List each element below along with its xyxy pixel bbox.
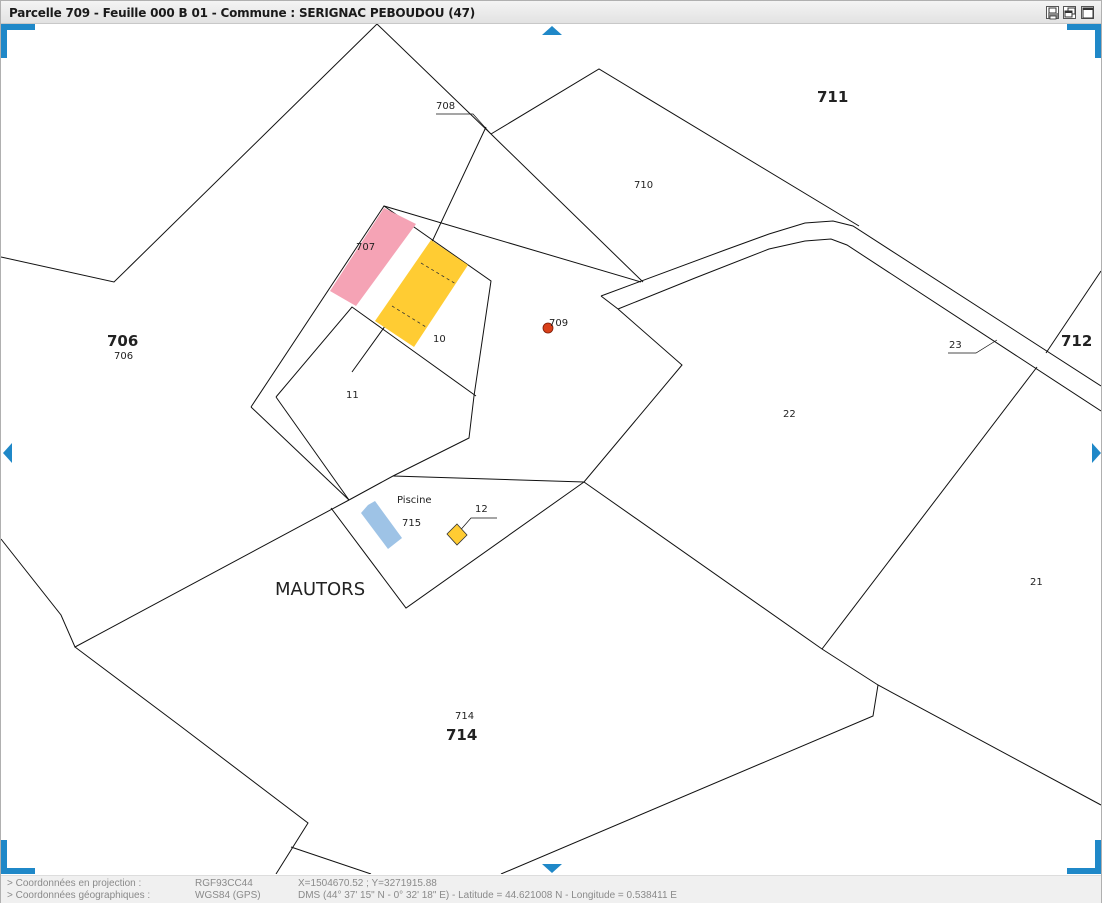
parcel-label-711: 711 bbox=[817, 88, 848, 106]
projection-label: > Coordonnées en projection : bbox=[7, 878, 142, 889]
parcel-label-12: 12 bbox=[475, 504, 488, 515]
map-view[interactable]: 711 708 710 707 706 706 709 10 11 23 712… bbox=[1, 24, 1101, 874]
parcel-boundary bbox=[74, 646, 309, 874]
parcel-boundary bbox=[250, 205, 642, 408]
projection-row: > Coordonnées en projection : RGF93CC44 … bbox=[1, 878, 1101, 890]
swimming-pool bbox=[361, 501, 402, 549]
corner-bracket bbox=[1067, 840, 1101, 874]
road-edge bbox=[617, 238, 1101, 412]
parcel-label-714-large: 714 bbox=[446, 726, 477, 744]
geographic-row: > Coordonnées géographiques : WGS84 (GPS… bbox=[1, 890, 1101, 902]
parcel-label-10: 10 bbox=[433, 334, 446, 345]
print-icon[interactable] bbox=[1046, 6, 1059, 20]
parcel-label-715: 715 bbox=[402, 518, 421, 529]
geo-system: WGS84 (GPS) bbox=[195, 890, 261, 901]
parcel-boundary bbox=[821, 366, 1038, 650]
pan-up-arrow-icon[interactable] bbox=[542, 26, 562, 35]
geo-value: DMS (44° 37' 15" N - 0° 32' 18" E) - Lat… bbox=[298, 890, 677, 901]
corner-bracket bbox=[1, 840, 35, 874]
parcel-boundary bbox=[250, 406, 350, 501]
label-leader bbox=[436, 113, 492, 135]
cadastre-window: Parcelle 709 - Feuille 000 B 01 - Commun… bbox=[0, 0, 1102, 903]
parcel-label-11: 11 bbox=[346, 390, 359, 401]
pan-down-arrow-icon[interactable] bbox=[542, 864, 562, 873]
projection-value: X=1504670.52 ; Y=3271915.88 bbox=[298, 878, 437, 889]
parcel-label-708: 708 bbox=[436, 101, 455, 112]
parcel-boundary bbox=[376, 24, 492, 135]
corner-bracket bbox=[1, 24, 35, 58]
parcel-label-707: 707 bbox=[356, 242, 375, 253]
projection-system: RGF93CC44 bbox=[195, 878, 253, 889]
parcel-label-710: 710 bbox=[634, 180, 653, 191]
road-edge bbox=[600, 220, 1101, 387]
parcel-boundary bbox=[490, 68, 860, 227]
parcel-boundary bbox=[290, 846, 372, 874]
pan-right-arrow-icon[interactable] bbox=[1092, 443, 1101, 463]
parcel-boundary bbox=[1, 24, 378, 283]
parcel-boundary bbox=[275, 396, 350, 501]
pool-label: Piscine bbox=[397, 495, 432, 506]
parcel-label-712: 712 bbox=[1061, 332, 1092, 350]
small-building-12 bbox=[446, 523, 468, 546]
coordinates-status-bar: > Coordonnées en projection : RGF93CC44 … bbox=[1, 875, 1101, 903]
parcel-label-23: 23 bbox=[949, 340, 962, 351]
restore-icon[interactable] bbox=[1063, 6, 1076, 19]
pan-left-arrow-icon[interactable] bbox=[3, 443, 12, 463]
maximize-icon[interactable] bbox=[1081, 6, 1094, 19]
geo-label: > Coordonnées géographiques : bbox=[7, 890, 151, 901]
parcel-label-714: 714 bbox=[455, 711, 474, 722]
parcel-label-22: 22 bbox=[783, 409, 796, 420]
title-bar: Parcelle 709 - Feuille 000 B 01 - Commun… bbox=[1, 1, 1101, 24]
corner-bracket bbox=[1067, 24, 1101, 58]
place-name: MAUTORS bbox=[275, 579, 365, 600]
parcel-boundary bbox=[583, 481, 1101, 806]
parcel-label-706: 706 bbox=[114, 351, 133, 362]
window-title: Parcelle 709 - Feuille 000 B 01 - Commun… bbox=[9, 6, 476, 20]
cadastral-map[interactable]: 711 708 710 707 706 706 709 10 11 23 712… bbox=[1, 24, 1101, 874]
parcel-label-709: 709 bbox=[549, 318, 568, 329]
parcel-boundary bbox=[600, 295, 619, 310]
parcel-label-706-large: 706 bbox=[107, 332, 138, 350]
parcel-boundary bbox=[500, 684, 879, 874]
parcel-boundary bbox=[1, 499, 350, 648]
parcel-label-21: 21 bbox=[1030, 577, 1043, 588]
